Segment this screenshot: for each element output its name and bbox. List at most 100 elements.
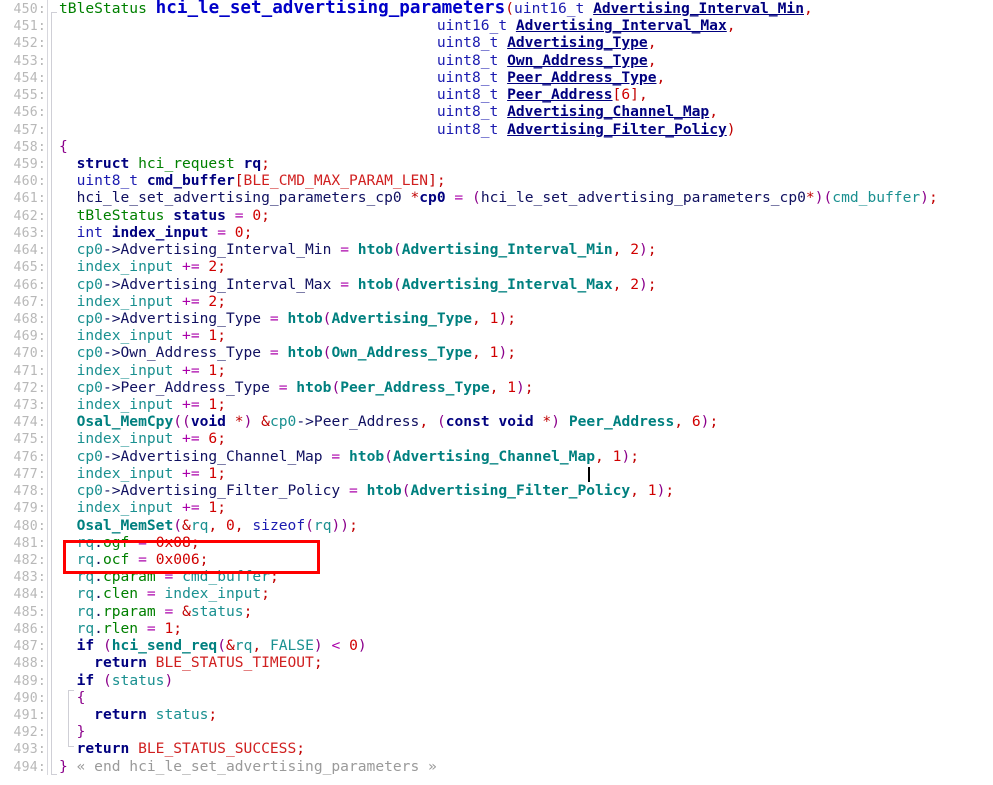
code-text[interactable]: index_input += 1; bbox=[59, 465, 993, 482]
fold-gutter-cell[interactable] bbox=[48, 482, 59, 499]
fold-gutter-cell[interactable] bbox=[48, 52, 59, 69]
fold-gutter-cell[interactable] bbox=[48, 258, 59, 275]
fold-gutter-cell[interactable] bbox=[48, 207, 59, 224]
code-line[interactable]: 474: Osal_MemCpy((void *) &cp0->Peer_Add… bbox=[0, 413, 993, 431]
code-text[interactable]: rq.rlen = 1; bbox=[59, 620, 993, 637]
code-line[interactable]: 459: struct hci_request rq; bbox=[0, 154, 993, 173]
code-text[interactable]: index_input += 1; bbox=[59, 396, 993, 413]
fold-gutter-cell[interactable] bbox=[48, 379, 59, 396]
code-line[interactable]: 472: cp0->Peer_Address_Type = htob(Peer_… bbox=[0, 378, 993, 397]
code-text[interactable]: } « end hci_le_set_advertising_parameter… bbox=[59, 758, 993, 775]
code-text[interactable]: return status; bbox=[59, 706, 993, 723]
code-line[interactable]: 485: rq.rparam = &status; bbox=[0, 602, 993, 620]
code-line[interactable]: 491: return status; bbox=[0, 705, 993, 724]
code-text[interactable]: uint8_t Own_Address_Type, bbox=[59, 52, 993, 69]
code-text[interactable]: cp0->Advertising_Filter_Policy = htob(Ad… bbox=[59, 482, 993, 499]
code-text[interactable]: struct hci_request rq; bbox=[59, 155, 993, 172]
fold-gutter-cell[interactable] bbox=[48, 0, 59, 17]
fold-gutter-cell[interactable] bbox=[48, 603, 59, 620]
code-line[interactable]: 455: uint8_t Peer_Address[6], bbox=[0, 86, 993, 104]
code-line[interactable]: 469: index_input += 1; bbox=[0, 327, 993, 345]
code-line[interactable]: 476: cp0->Advertising_Channel_Map = htob… bbox=[0, 447, 993, 465]
code-text[interactable]: return BLE_STATUS_TIMEOUT; bbox=[59, 654, 993, 671]
fold-gutter-cell[interactable] bbox=[48, 362, 59, 379]
fold-gutter-cell[interactable] bbox=[48, 241, 59, 258]
code-line[interactable]: 493: return BLE_STATUS_SUCCESS; bbox=[0, 740, 993, 758]
code-editor-view[interactable]: 450: tBleStatus hci_le_set_advertising_pa… bbox=[0, 0, 993, 785]
code-lines-container[interactable]: 450: tBleStatus hci_le_set_advertising_pa… bbox=[0, 0, 993, 785]
code-text[interactable]: Osal_MemCpy((void *) &cp0->Peer_Address,… bbox=[59, 413, 993, 430]
code-line[interactable]: 494:} « end hci_le_set_advertising_param… bbox=[0, 757, 993, 775]
fold-gutter-cell[interactable] bbox=[48, 672, 59, 689]
code-text[interactable]: index_input += 1; bbox=[59, 499, 993, 516]
code-line[interactable]: 475: index_input += 6; bbox=[0, 430, 993, 448]
code-text[interactable]: if (status) bbox=[59, 672, 993, 689]
code-line[interactable]: 464: cp0->Advertising_Interval_Min = hto… bbox=[0, 241, 993, 259]
fold-gutter-cell[interactable] bbox=[48, 723, 59, 740]
fold-gutter-cell[interactable] bbox=[48, 448, 59, 465]
code-text[interactable]: rq.rparam = &status; bbox=[59, 603, 993, 620]
fold-gutter-cell[interactable] bbox=[48, 517, 59, 534]
code-text[interactable]: uint16_t Advertising_Interval_Max, bbox=[59, 17, 993, 34]
code-line[interactable]: 453: uint8_t Own_Address_Type, bbox=[0, 51, 993, 69]
code-line[interactable]: 471: index_input += 1; bbox=[0, 361, 993, 379]
code-text[interactable]: cp0->Own_Address_Type = htob(Own_Address… bbox=[59, 344, 993, 361]
code-line[interactable]: 489: if (status) bbox=[0, 671, 993, 689]
code-line[interactable]: 468: cp0->Advertising_Type = htob(Advert… bbox=[0, 309, 993, 328]
code-text[interactable]: tBleStatus status = 0; bbox=[59, 207, 993, 224]
code-text[interactable]: uint8_t Advertising_Channel_Map, bbox=[59, 103, 993, 120]
code-text[interactable]: rq.cparam = cmd_buffer; bbox=[59, 568, 993, 585]
fold-gutter-cell[interactable] bbox=[48, 103, 59, 120]
fold-gutter-cell[interactable] bbox=[48, 568, 59, 585]
code-text[interactable]: cp0->Advertising_Interval_Min = htob(Adv… bbox=[59, 241, 993, 258]
code-text[interactable]: hci_le_set_advertising_parameters_cp0 *c… bbox=[59, 189, 993, 206]
fold-gutter-cell[interactable] bbox=[48, 637, 59, 654]
code-text[interactable]: uint8_t Advertising_Type, bbox=[59, 34, 993, 51]
code-line[interactable]: 473: index_input += 1; bbox=[0, 396, 993, 414]
fold-gutter-cell[interactable] bbox=[48, 706, 59, 723]
code-text[interactable]: index_input += 2; bbox=[59, 293, 993, 310]
code-line[interactable]: 483: rq.cparam = cmd_buffer; bbox=[0, 568, 993, 586]
code-text[interactable]: { bbox=[59, 689, 993, 706]
code-line[interactable]: 451: uint16_t Advertising_Interval_Max, bbox=[0, 17, 993, 35]
code-line[interactable]: 470: cp0->Own_Address_Type = htob(Own_Ad… bbox=[0, 344, 993, 362]
code-line[interactable]: 465: index_input += 2; bbox=[0, 258, 993, 276]
fold-gutter-cell[interactable] bbox=[48, 310, 59, 327]
code-text[interactable]: cp0->Peer_Address_Type = htob(Peer_Addre… bbox=[59, 379, 993, 396]
fold-gutter-cell[interactable] bbox=[48, 34, 59, 51]
code-line[interactable]: 463: int index_input = 0; bbox=[0, 223, 993, 242]
fold-gutter-cell[interactable] bbox=[48, 758, 59, 775]
fold-gutter-cell[interactable] bbox=[48, 86, 59, 103]
fold-gutter-cell[interactable] bbox=[48, 121, 59, 138]
fold-gutter-cell[interactable] bbox=[48, 534, 59, 551]
code-text[interactable]: cp0->Advertising_Type = htob(Advertising… bbox=[59, 310, 993, 327]
fold-gutter-cell[interactable] bbox=[48, 344, 59, 361]
code-line[interactable]: 454: uint8_t Peer_Address_Type, bbox=[0, 68, 993, 87]
code-line[interactable]: 477: index_input += 1; bbox=[0, 464, 993, 483]
code-line[interactable]: 450: tBleStatus hci_le_set_advertising_pa… bbox=[0, 0, 993, 18]
code-text[interactable]: rq.clen = index_input; bbox=[59, 585, 993, 602]
fold-gutter-cell[interactable] bbox=[48, 551, 59, 568]
fold-gutter-cell[interactable] bbox=[48, 396, 59, 413]
code-text[interactable]: index_input += 1; bbox=[59, 362, 993, 379]
code-text[interactable]: uint8_t Peer_Address[6], bbox=[59, 86, 993, 103]
code-line[interactable]: 460: uint8_t cmd_buffer[BLE_CMD_MAX_PARA… bbox=[0, 172, 993, 190]
code-line[interactable]: 479: index_input += 1; bbox=[0, 499, 993, 517]
fold-gutter-cell[interactable] bbox=[48, 654, 59, 671]
code-line[interactable]: 458: { bbox=[0, 137, 993, 155]
code-line[interactable]: 466: cp0->Advertising_Interval_Max = hto… bbox=[0, 275, 993, 293]
code-text[interactable]: return BLE_STATUS_SUCCESS; bbox=[59, 740, 993, 757]
fold-gutter-cell[interactable] bbox=[48, 465, 59, 482]
code-line[interactable]: 484: rq.clen = index_input; bbox=[0, 585, 993, 603]
code-text[interactable]: uint8_t Advertising_Filter_Policy) bbox=[59, 121, 993, 138]
fold-gutter-cell[interactable] bbox=[48, 17, 59, 34]
code-text[interactable]: index_input += 1; bbox=[59, 327, 993, 344]
code-line[interactable]: 452: uint8_t Advertising_Type, bbox=[0, 34, 993, 52]
fold-gutter-cell[interactable] bbox=[48, 413, 59, 430]
code-line[interactable]: 461: hci_le_set_advertising_parameters_c… bbox=[0, 189, 993, 207]
code-line[interactable]: 486: rq.rlen = 1; bbox=[0, 619, 993, 638]
fold-gutter-cell[interactable] bbox=[48, 276, 59, 293]
code-line[interactable]: 492: } bbox=[0, 723, 993, 741]
code-line[interactable]: 478: cp0->Advertising_Filter_Policy = ht… bbox=[0, 482, 993, 500]
code-text[interactable]: uint8_t cmd_buffer[BLE_CMD_MAX_PARAM_LEN… bbox=[59, 172, 993, 189]
